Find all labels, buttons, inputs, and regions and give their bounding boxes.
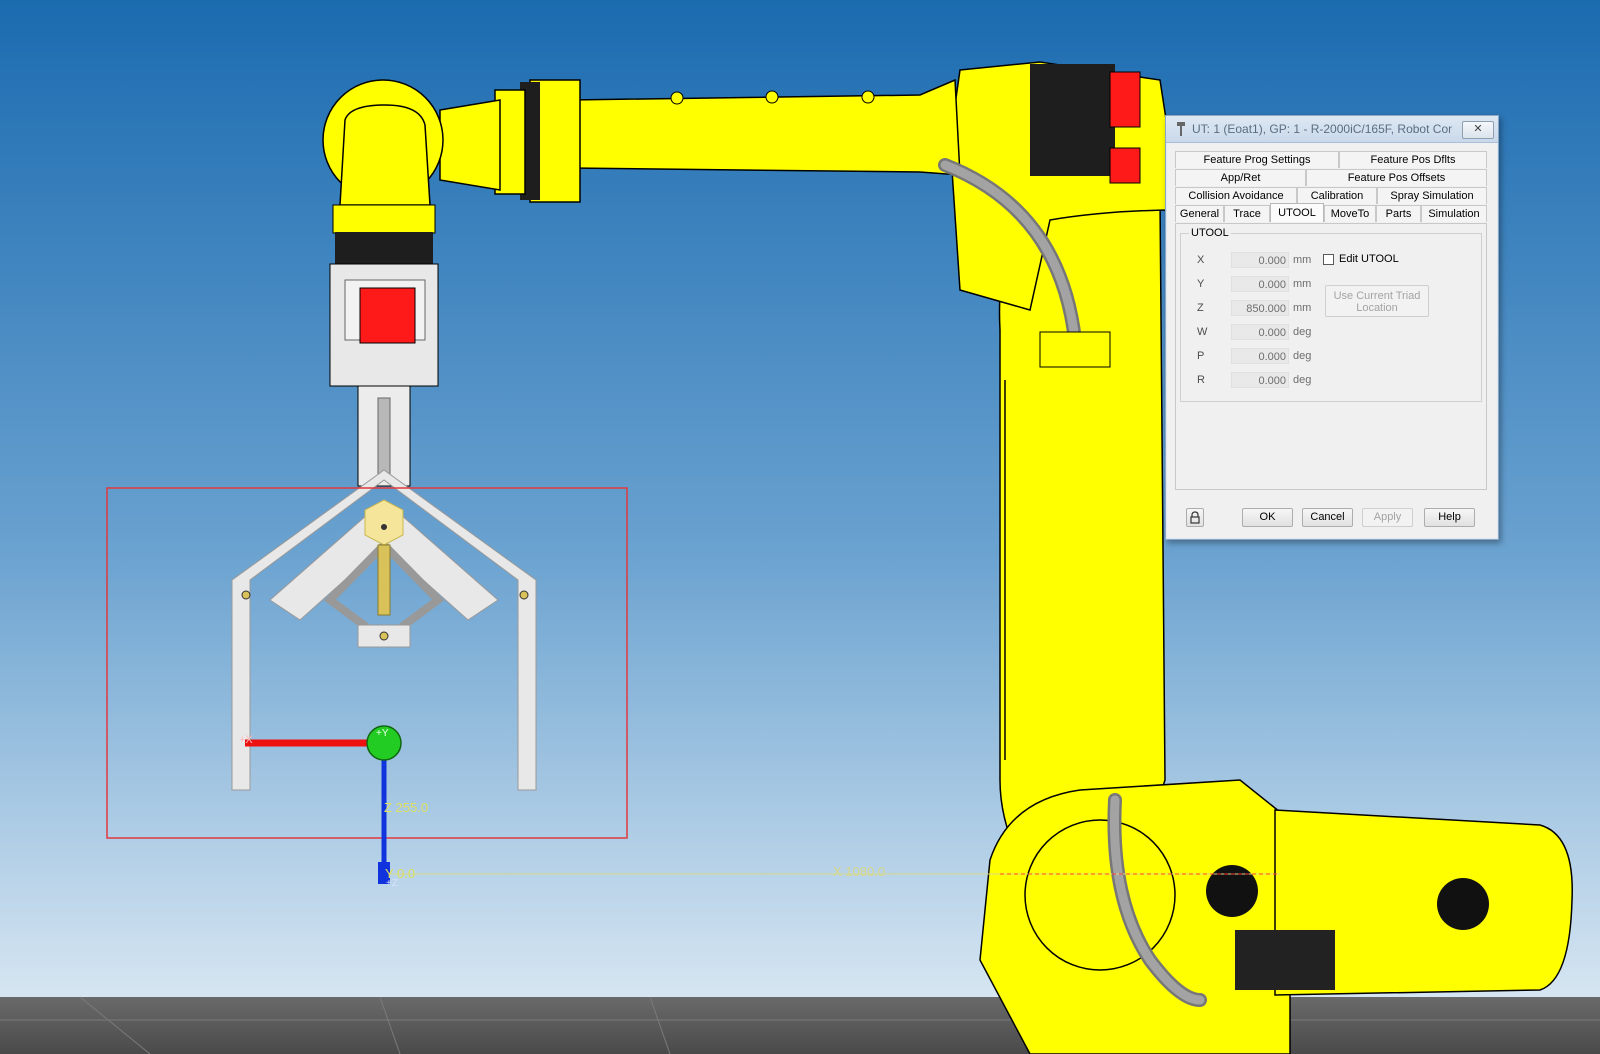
tab-parts[interactable]: Parts: [1376, 205, 1421, 222]
field-value-w[interactable]: 0.000: [1231, 324, 1289, 340]
tab-spray-simulation[interactable]: Spray Simulation: [1377, 187, 1487, 204]
tab-calibration[interactable]: Calibration: [1297, 187, 1377, 204]
field-label-p: P: [1197, 350, 1205, 362]
field-value-y[interactable]: 0.000: [1231, 276, 1289, 292]
field-label-r: R: [1197, 374, 1205, 386]
utool-group-label: UTOOL: [1189, 227, 1231, 239]
field-unit-z: mm: [1293, 302, 1312, 314]
use-current-triad-location-button[interactable]: Use Current Triad Location: [1325, 285, 1429, 317]
field-value-x[interactable]: 0.000: [1231, 252, 1289, 268]
tab-general[interactable]: General: [1175, 205, 1224, 222]
field-label-y: Y: [1197, 278, 1205, 290]
triad-button-line2: Location: [1356, 302, 1398, 314]
field-value-p[interactable]: 0.000: [1231, 348, 1289, 364]
plus-y-label: +Y: [376, 728, 389, 739]
floor: [0, 997, 1600, 1054]
lock-icon: [1190, 511, 1200, 524]
tab-moveto[interactable]: MoveTo: [1324, 205, 1376, 222]
apply-button[interactable]: Apply: [1362, 508, 1413, 527]
utool-tab-panel: UTOOL X 0.000 mm Y 0.000 mm Z 850.000 mm…: [1175, 223, 1487, 490]
field-unit-r: deg: [1293, 374, 1312, 386]
field-unit-w: deg: [1293, 326, 1312, 338]
x-dimension-label: X 1080.0: [833, 864, 886, 879]
tool-icon: [1177, 122, 1185, 136]
tab-feature-pos-dflts[interactable]: Feature Pos Dflts: [1339, 151, 1487, 168]
field-unit-y: mm: [1293, 278, 1312, 290]
tab-collision-avoidance[interactable]: Collision Avoidance: [1175, 187, 1297, 204]
edit-utool-label: Edit UTOOL: [1339, 253, 1399, 265]
close-button[interactable]: ✕: [1462, 121, 1494, 139]
field-unit-p: deg: [1293, 350, 1312, 362]
tab-app-ret[interactable]: App/Ret: [1175, 169, 1306, 186]
plus-x-label: +X: [239, 734, 253, 746]
field-unit-x: mm: [1293, 254, 1312, 266]
tab-row-3: Collision Avoidance Calibration Spray Si…: [1175, 187, 1487, 204]
tab-row-1: Feature Prog Settings Feature Pos Dflts: [1175, 151, 1487, 168]
field-value-z[interactable]: 850.000: [1231, 300, 1289, 316]
z-dimension-label: Z 255.0: [384, 800, 429, 815]
field-label-w: W: [1197, 326, 1208, 338]
field-value-r[interactable]: 0.000: [1231, 372, 1289, 388]
help-button[interactable]: Help: [1424, 508, 1475, 527]
tab-row-2: App/Ret Feature Pos Offsets: [1175, 169, 1487, 186]
field-label-z: Z: [1197, 302, 1204, 314]
lock-button[interactable]: [1186, 508, 1204, 527]
tab-row-4: General Trace UTOOL MoveTo Parts Simulat…: [1175, 203, 1487, 222]
dialog-title: UT: 1 (Eoat1), GP: 1 - R-2000iC/165F, Ro…: [1192, 122, 1452, 136]
ok-button[interactable]: OK: [1242, 508, 1293, 527]
tab-trace[interactable]: Trace: [1224, 205, 1270, 222]
dialog-titlebar[interactable]: UT: 1 (Eoat1), GP: 1 - R-2000iC/165F, Ro…: [1166, 116, 1498, 143]
utool-properties-dialog[interactable]: UT: 1 (Eoat1), GP: 1 - R-2000iC/165F, Ro…: [1165, 115, 1499, 540]
field-label-x: X: [1197, 254, 1205, 266]
tab-simulation[interactable]: Simulation: [1421, 205, 1487, 222]
tab-utool[interactable]: UTOOL: [1270, 203, 1324, 222]
cancel-button[interactable]: Cancel: [1302, 508, 1353, 527]
triad-button-line1: Use Current Triad: [1333, 290, 1421, 302]
tab-feature-pos-offsets[interactable]: Feature Pos Offsets: [1306, 169, 1487, 186]
y-dimension-label: Y 0.0: [385, 866, 416, 881]
utool-group: UTOOL X 0.000 mm Y 0.000 mm Z 850.000 mm…: [1180, 227, 1482, 402]
edit-utool-checkbox-box[interactable]: [1323, 254, 1334, 265]
tab-feature-prog-settings[interactable]: Feature Prog Settings: [1175, 151, 1339, 168]
